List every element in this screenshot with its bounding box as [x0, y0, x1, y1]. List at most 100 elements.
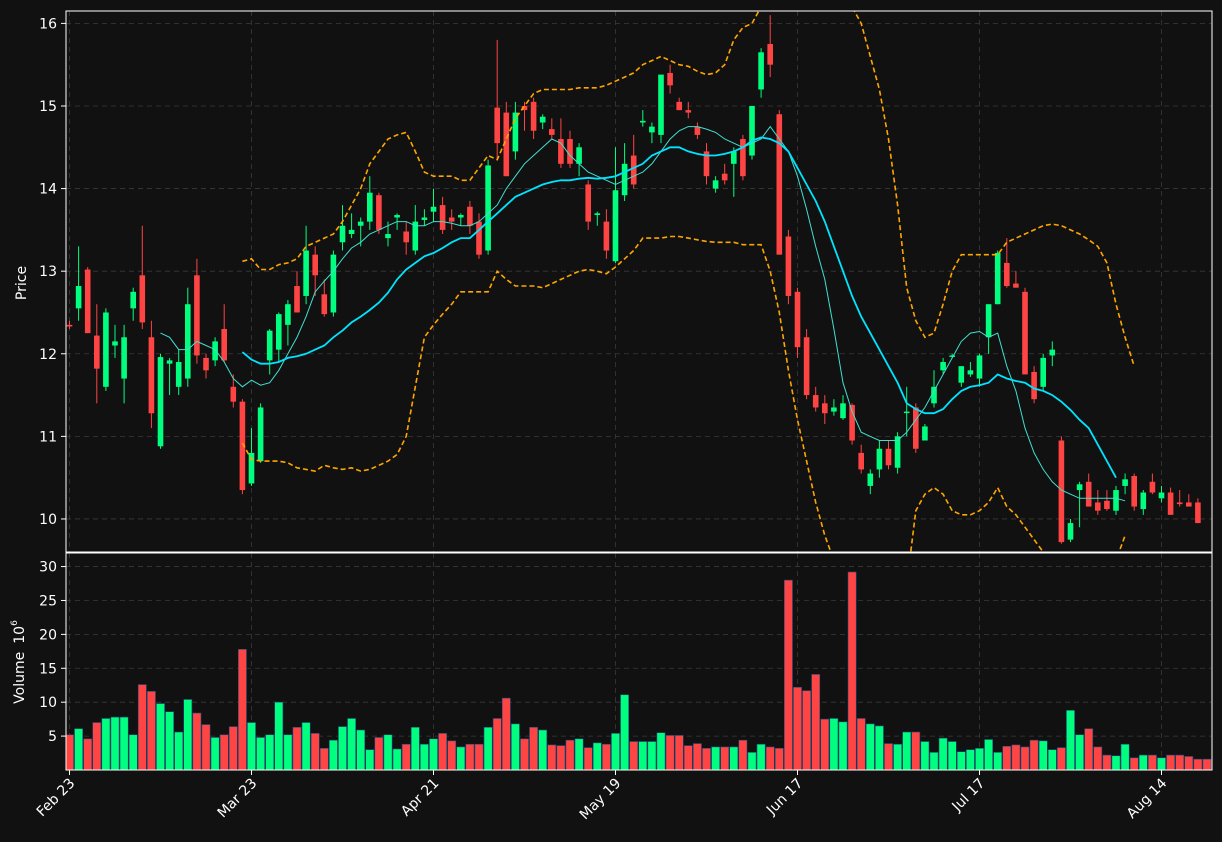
candle-body: [967, 370, 974, 375]
candle-body: [494, 107, 500, 144]
candle-body: [740, 139, 746, 177]
volume-bar: [947, 741, 957, 770]
candle-body: [94, 335, 100, 369]
volume-bar: [1166, 754, 1175, 770]
candle-body: [348, 229, 355, 235]
candle-body: [121, 337, 127, 379]
candle-body: [458, 215, 464, 218]
candle-body: [1085, 481, 1092, 507]
candle-body: [485, 165, 491, 251]
candle-body: [549, 129, 555, 135]
candle-body: [75, 286, 82, 309]
candle-body: [476, 221, 482, 255]
stock-chart: 10111213141516 51015202530 Feb 23 Mar 23 A…: [0, 0, 1222, 842]
candle-body: [630, 155, 637, 185]
volume-axis-label-text: Volume: [12, 652, 28, 704]
volume-bar: [747, 752, 757, 770]
volume-bar: [929, 752, 939, 770]
volume-bar: [765, 746, 775, 770]
volume-bar: [538, 729, 548, 770]
volume-bar: [656, 732, 666, 770]
volume-bar: [219, 734, 229, 770]
candle-body: [266, 330, 273, 361]
volume-tick-label: 25: [39, 593, 57, 609]
candle-body: [1040, 357, 1046, 387]
candle-body: [439, 205, 446, 230]
volume-bar: [74, 728, 83, 770]
volume-bar: [310, 733, 320, 770]
volume-bar: [501, 697, 511, 770]
volume-bar: [838, 721, 848, 770]
candle-body: [430, 206, 437, 212]
candle-body: [949, 355, 955, 357]
candle-body: [1158, 492, 1165, 499]
volume-bar: [66, 734, 74, 770]
candle-body: [276, 314, 282, 350]
candle-body: [585, 184, 591, 222]
volume-bar: [601, 743, 611, 770]
volume-bar: [802, 690, 811, 770]
candle-body: [822, 403, 828, 414]
candle-body: [1076, 484, 1083, 491]
candle-body: [667, 72, 673, 86]
volume-bar: [975, 747, 984, 770]
volume-bar: [829, 718, 839, 770]
candle-body: [321, 294, 328, 315]
candle-body: [175, 362, 182, 387]
volume-bar: [993, 752, 1003, 770]
candle-body: [285, 304, 291, 325]
volume-bar: [1057, 747, 1066, 770]
volume-bar: [256, 737, 265, 770]
candle-body: [903, 411, 910, 414]
candle-body: [66, 324, 73, 327]
volume-bar: [793, 686, 802, 770]
volume-tick-label: 15: [39, 661, 57, 677]
volume-bar: [110, 716, 120, 770]
candle-body: [1131, 476, 1137, 507]
candle-body: [403, 231, 409, 243]
volume-bar: [474, 743, 484, 770]
volume-bar: [1202, 758, 1212, 770]
volume-bar: [410, 726, 420, 770]
candle-body: [831, 407, 837, 412]
volume-bar: [383, 734, 393, 770]
candle-body: [1122, 479, 1128, 486]
volume-bar: [1038, 740, 1048, 770]
volume-bar: [711, 746, 720, 770]
volume-bar: [228, 726, 238, 770]
price-tick-label: 10: [39, 512, 57, 528]
candle-body: [785, 236, 792, 296]
volume-bar: [529, 726, 538, 770]
volume-axis-label: Volume 106: [10, 620, 28, 704]
candle-body: [985, 304, 992, 338]
candle-body: [1004, 262, 1010, 287]
volume-bar: [1066, 710, 1075, 770]
candle-body: [594, 213, 601, 216]
volume-bar: [729, 746, 739, 770]
volume-bar: [911, 731, 921, 770]
volume-bar: [984, 739, 993, 770]
candle-body: [185, 304, 191, 379]
volume-bar: [137, 684, 147, 770]
volume-bar: [1075, 734, 1084, 770]
price-tick-label: 16: [39, 16, 57, 32]
candle-body: [294, 286, 300, 313]
candle-body: [749, 105, 755, 156]
volume-bar: [92, 722, 102, 770]
volume-bar: [274, 701, 284, 770]
candle-body: [166, 360, 173, 364]
volume-bar: [1020, 746, 1030, 770]
volume-bar: [1184, 756, 1194, 770]
volume-bar: [356, 729, 366, 770]
candle-body: [1113, 490, 1119, 511]
volume-bar: [674, 735, 684, 770]
volume-tick-label: 30: [39, 560, 57, 576]
volume-tick-label: 20: [39, 627, 57, 643]
candle-body: [421, 217, 428, 220]
candle-body: [640, 120, 646, 123]
volume-bar: [847, 571, 857, 770]
volume-bar: [1102, 754, 1112, 770]
volume-bar: [247, 722, 256, 770]
candle-body: [539, 116, 546, 123]
volume-bar: [338, 726, 347, 770]
